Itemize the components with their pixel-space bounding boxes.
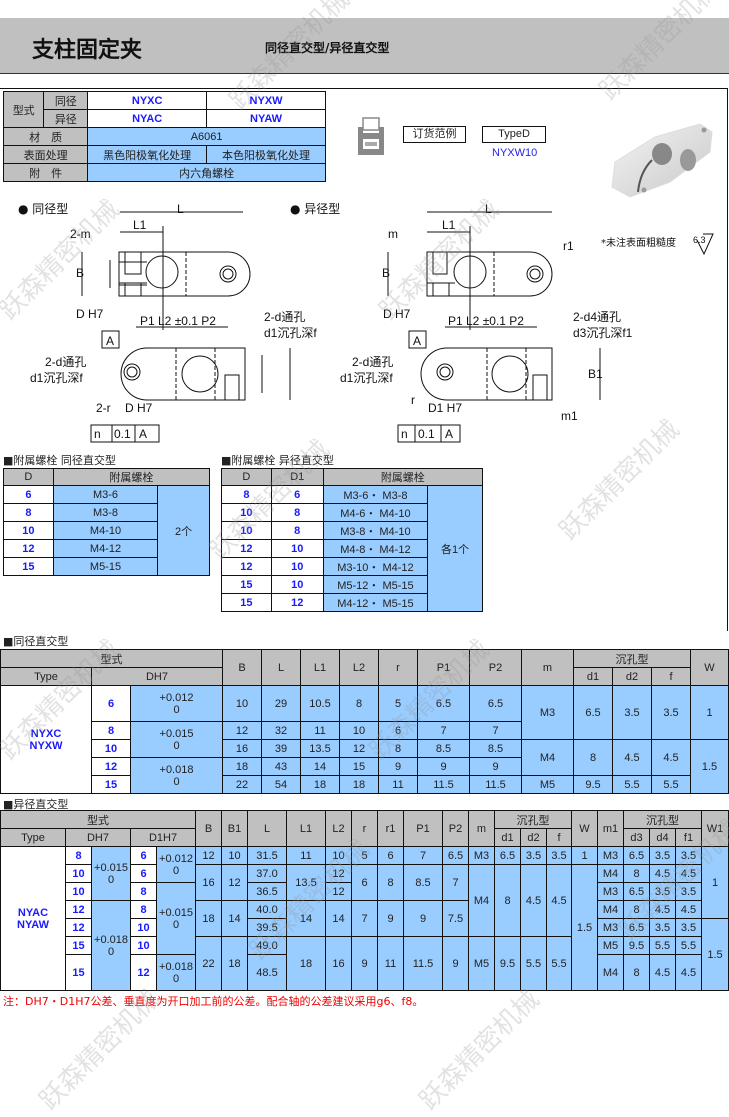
spec-table: 型式 同径 NYXC NYXW 异径 NYAC NYAW 材 质 A6061 表… — [2, 91, 326, 182]
svg-text:A: A — [106, 334, 114, 348]
svg-text:A: A — [413, 334, 421, 348]
spec-diff-label: 异径 — [43, 109, 89, 128]
svg-text:D H7: D H7 — [76, 307, 104, 321]
accessory-value: 内六角螺栓 — [87, 163, 326, 182]
spec-type-label: 型式 — [2, 91, 45, 128]
footnote: 注：DH7・D1H7公差、垂直度为开口加工前的公差。配合轴的公差建议采用g6、f… — [3, 995, 424, 1008]
same-diameter-table: 型式 B L L1 L2 r P1 P2 m 沉孔型 W Type DH7 d1… — [0, 649, 729, 794]
page-subtitle: 同径直交型/异径直交型 — [265, 41, 390, 55]
svg-text:m1: m1 — [561, 409, 578, 423]
same-type-title: ● 同径型 — [18, 202, 68, 216]
table-same-title: ■同径直交型 — [3, 635, 69, 648]
svg-text:P1 L2 ±0.1 P2: P1 L2 ±0.1 P2 — [448, 314, 524, 328]
svg-text:2-d通孔: 2-d通孔 — [264, 310, 305, 324]
svg-text:d1沉孔深f: d1沉孔深f — [30, 371, 83, 385]
svg-text:m: m — [388, 227, 398, 241]
surface-label: 表面处理 — [2, 145, 89, 164]
type-d-label: TypeD — [482, 126, 546, 143]
spec-same-label: 同径 — [43, 91, 89, 110]
svg-text:2-d通孔: 2-d通孔 — [352, 355, 393, 369]
svg-text:n: n — [401, 427, 408, 441]
svg-text:L: L — [177, 202, 184, 216]
svg-text:*未注表面粗糙度: *未注表面粗糙度 — [601, 236, 676, 249]
bolts-same-title: ■附属螺栓 同径直交型 — [3, 454, 116, 467]
bolts-same-table: D 附属螺栓 6 M3-6 2个 8 M3-8 10 M4-10 12 M4-12 15 M5… — [3, 468, 211, 576]
tol-cell: +0.015 0 — [130, 721, 223, 758]
order-example-value: NYXW10 — [492, 147, 538, 159]
svg-text:r: r — [411, 393, 415, 407]
tol-cell: +0.015 0 — [156, 882, 196, 955]
tol-cell: +0.018 0 — [91, 900, 131, 991]
divider — [0, 990, 729, 991]
accessory-label: 附 件 — [2, 163, 89, 182]
same-diameter-labels: ● 同径型 L L1 2-m B D H7 P1 L2 ±0.1 P2 2-d通… — [18, 202, 317, 441]
svg-text:P1 L2 ±0.1 P2: P1 L2 ±0.1 P2 — [140, 314, 216, 328]
keyboard-order-icon — [358, 117, 384, 155]
surface-natural: 本色阳极氧化处理 — [206, 145, 326, 164]
svg-text:2-d4通孔: 2-d4通孔 — [573, 310, 621, 324]
svg-text:L1: L1 — [133, 218, 147, 232]
svg-text:2-r: 2-r — [96, 401, 111, 415]
svg-text:n: n — [94, 427, 101, 441]
table-row: 10 16 39 13.5 12 8 8.5 8.5 M4 8 4.5 4.5 1.5 — [1, 739, 729, 794]
page-header: 支柱固定夹 同径直交型/异径直交型 — [0, 18, 729, 74]
svg-text:d1沉孔深f: d1沉孔深f — [340, 371, 393, 385]
table-row: 6 M3-6 2个 — [3, 485, 210, 576]
svg-text:B: B — [382, 266, 390, 280]
table-row: NYXC NYXW 6 +0.012 0 10 29 10.5 8 5 6.5 6.5 M3… — [0, 685, 729, 794]
bolts-diff-qty: 各1个 — [427, 485, 483, 612]
table-row: 8 6 M3-6・ M3-8 各1个 — [221, 485, 483, 612]
svg-text:2-m: 2-m — [70, 227, 91, 241]
svg-text:D1 H7: D1 H7 — [428, 401, 462, 415]
surface-black: 黑色阳极氧化处理 — [87, 145, 208, 164]
model-nyaw: NYAW — [206, 109, 326, 128]
svg-text:A: A — [139, 427, 147, 441]
table-row: 12 +0.018 0 8 18 14 40.0 14 14 7 9 9 7.5… — [1, 900, 729, 991]
tol-cell: +0.015 0 — [91, 846, 131, 901]
svg-text:A: A — [445, 427, 453, 441]
svg-text:D H7: D H7 — [383, 307, 411, 321]
tol-cell: +0.012 0 — [130, 685, 223, 722]
svg-text:D H7: D H7 — [125, 401, 153, 415]
diff-diameter-labels: ● 异径型 L L1 m r1 B D H7 P1 L2 ±0.1 P2 2-d… — [290, 202, 706, 441]
svg-text:6.3: 6.3 — [693, 235, 706, 245]
product-photo — [611, 123, 713, 198]
bolts-same-qty: 2个 — [157, 485, 210, 576]
bolts-diff-title: ■附属螺栓 异径直交型 — [221, 454, 334, 467]
model-nyxw: NYXW — [206, 91, 326, 110]
tol-cell: +0.018 0 — [156, 954, 196, 991]
same-models: NYXC NYXW — [0, 685, 92, 794]
diff-models: NYAC NYAW — [0, 846, 66, 991]
tol-cell: +0.012 0 — [156, 846, 196, 883]
svg-text:r1: r1 — [563, 239, 574, 253]
svg-text:L1: L1 — [442, 218, 456, 232]
svg-text:L: L — [485, 202, 492, 216]
svg-text:d3沉孔深f1: d3沉孔深f1 — [573, 326, 633, 340]
material-value: A6061 — [87, 127, 326, 146]
watermark: 跃森精密机械 — [414, 984, 546, 1117]
technical-drawing: ● 同径型 L L1 2-m B D H7 P1 L2 ±0.1 P2 2-d通… — [18, 202, 714, 443]
svg-text:2-d通孔: 2-d通孔 — [45, 355, 86, 369]
material-label: 材 质 — [2, 127, 89, 146]
table-row: 15 22 54 18 18 11 11.5 11.5 M5 9.5 5.5 5.5 — [1, 775, 729, 794]
tol-cell: +0.018 0 — [130, 757, 223, 794]
model-nyac: NYAC — [87, 109, 208, 128]
model-nyxc: NYXC — [87, 91, 208, 110]
page-title: 支柱固定夹 — [32, 38, 143, 63]
svg-text:B1: B1 — [588, 367, 603, 381]
svg-text:0.1: 0.1 — [418, 427, 435, 441]
svg-text:0.1: 0.1 — [114, 427, 131, 441]
diff-diameter-table: 型式 B B1 L L1 L2 r r1 P1 P2 m 沉孔型 W m1 沉孔… — [0, 810, 729, 991]
table-row: NYAC NYAW 8 +0.015 0 6 +0.012 0 12 10 31… — [0, 846, 729, 991]
diff-type-title: ● 异径型 — [290, 202, 340, 216]
bolts-diff-table: D D1 附属螺栓 8 6 M3-6・ M3-8 各1个 10 8 M4-6・ M4-10 1… — [221, 468, 484, 612]
svg-text:d1沉孔深f: d1沉孔深f — [264, 326, 317, 340]
order-example-label: 订货范例 — [403, 126, 466, 143]
svg-text:B: B — [76, 266, 84, 280]
